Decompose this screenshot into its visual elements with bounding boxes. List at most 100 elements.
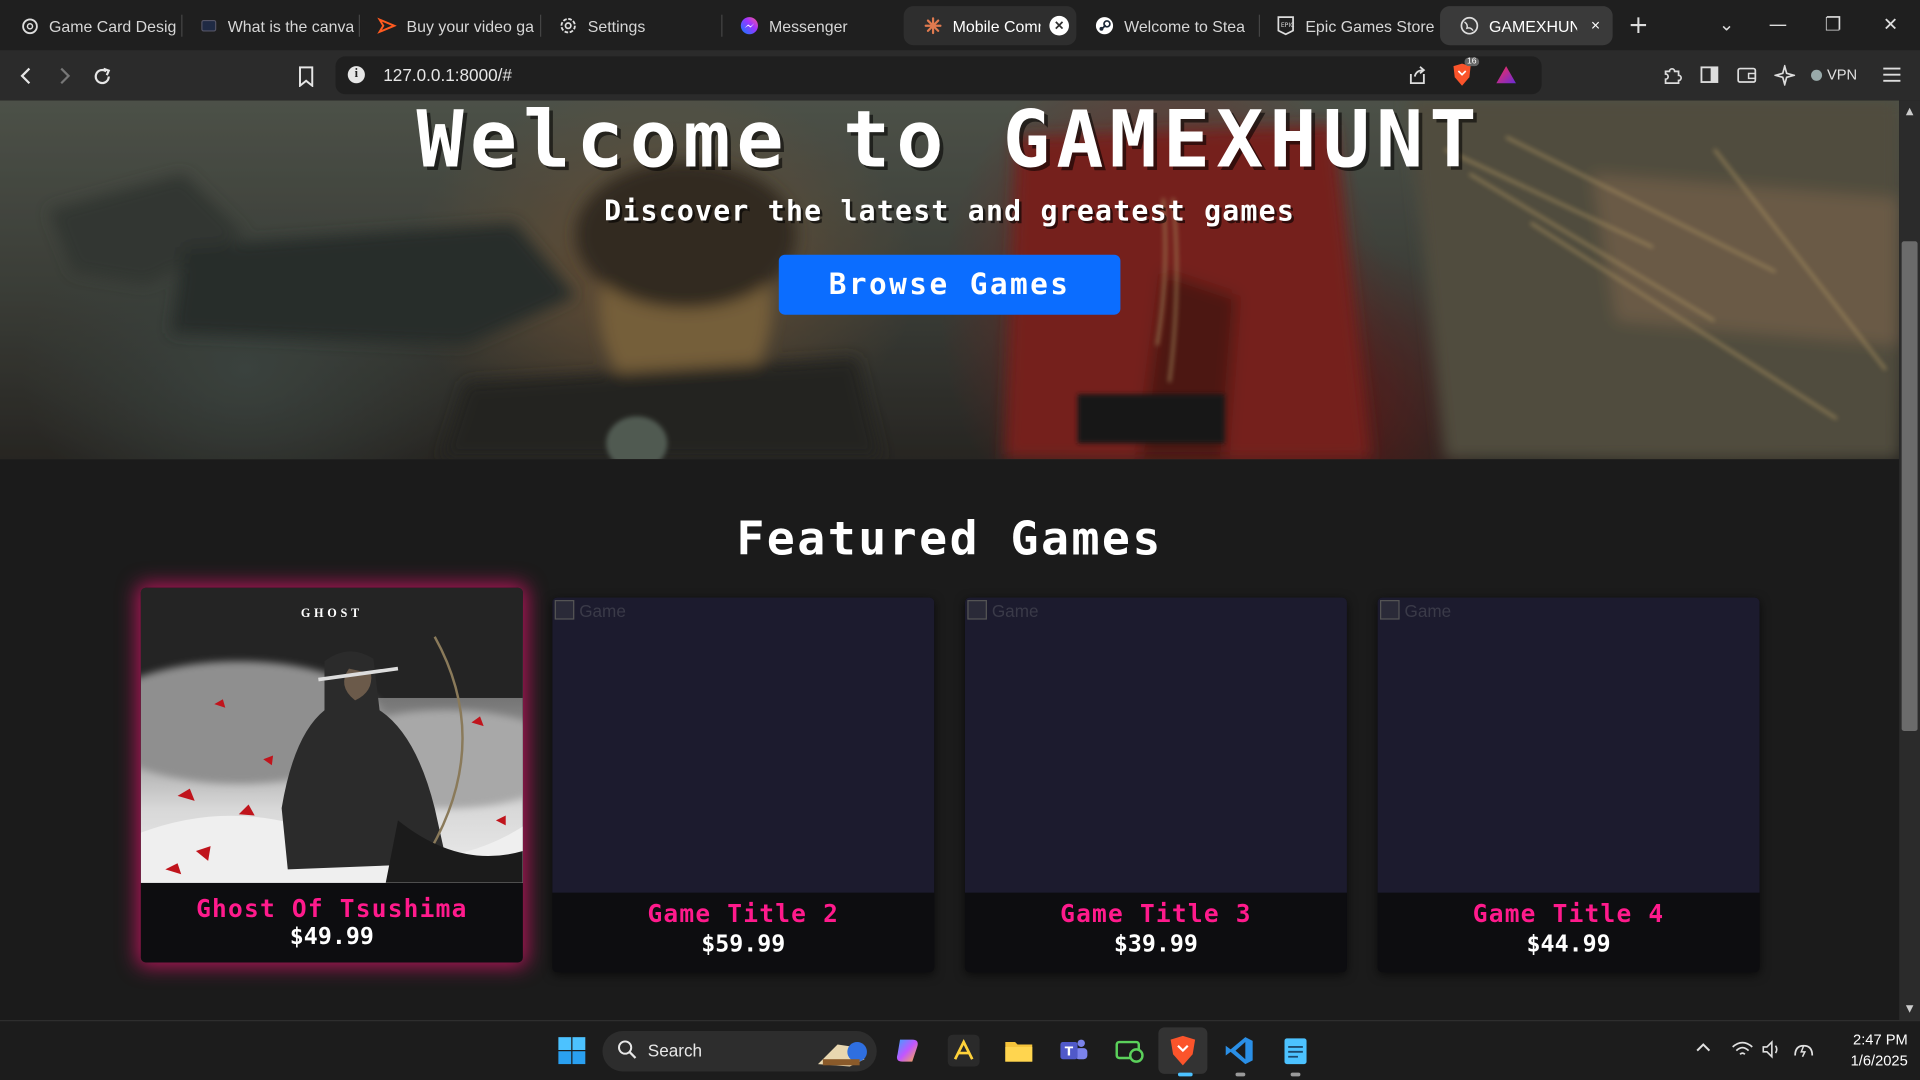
tab-buy-video-games[interactable]: Buy your video ga: [358, 6, 536, 45]
claude-icon: [923, 16, 943, 36]
scroll-up-icon[interactable]: ▲: [1899, 103, 1920, 120]
tab-title: Game Card Desig: [48, 16, 177, 35]
chatgpt-icon: [20, 16, 40, 36]
game-card-3[interactable]: Game Game Title 3 $39.99: [964, 597, 1347, 973]
brave-taskbar-icon[interactable]: [1158, 1027, 1208, 1074]
battery-icon[interactable]: [1791, 1040, 1815, 1064]
sidebar-icon[interactable]: [1695, 60, 1724, 89]
tab-game-card-design[interactable]: Game Card Desig: [0, 6, 178, 45]
search-highlight-icon: [817, 1042, 867, 1067]
address-url[interactable]: 127.0.0.1:8000/#: [383, 65, 512, 85]
scroll-down-icon[interactable]: ▼: [1899, 1000, 1920, 1017]
notepad-icon[interactable]: [1280, 1035, 1312, 1067]
file-explorer-icon[interactable]: [1003, 1035, 1035, 1067]
chat-icon: [198, 16, 218, 36]
game-card-4[interactable]: Game Game Title 4 $44.99: [1377, 597, 1760, 973]
broken-image-icon: Game: [1380, 600, 1452, 621]
scrollbar-thumb[interactable]: [1901, 241, 1918, 732]
vpn-status-icon: [1811, 69, 1823, 81]
game-card-ghost-of-tsushima[interactable]: GHOST Ghost Of Tsushima $49.99: [140, 587, 523, 963]
forward-button[interactable]: [48, 60, 80, 92]
reload-button[interactable]: [86, 60, 118, 92]
steam-icon: [1095, 16, 1115, 36]
volume-icon[interactable]: [1761, 1040, 1783, 1064]
app-indicator: [1290, 1072, 1301, 1077]
web-page: Welcome to GAMEXHUNT Discover the latest…: [0, 100, 1900, 1021]
restore-button[interactable]: ❐: [1816, 7, 1850, 41]
vpn-label: VPN: [1826, 66, 1858, 84]
game-cover-image: GHOST: [140, 587, 523, 883]
close-tab-icon[interactable]: ×: [1049, 15, 1069, 36]
ghost-logo: GHOST: [300, 607, 363, 621]
site-info-icon[interactable]: i: [347, 66, 365, 84]
tab-mobile-comm[interactable]: Mobile Comm ×: [903, 6, 1077, 46]
reload-icon: [94, 67, 110, 84]
tab-list-button[interactable]: ⌄: [1709, 7, 1743, 41]
leo-ai-icon[interactable]: [1769, 60, 1798, 89]
featured-games-heading: Featured Games: [736, 511, 1163, 566]
tab-title: Epic Games Store: [1305, 16, 1435, 35]
copilot-icon[interactable]: [893, 1035, 925, 1067]
tab-steam[interactable]: Welcome to Stea: [1075, 6, 1254, 45]
close-window-button[interactable]: ✕: [1873, 7, 1907, 41]
tab-title: Settings: [587, 16, 646, 35]
tab-title: What is the canva: [227, 16, 355, 35]
menu-icon[interactable]: [1877, 60, 1906, 89]
xbox-app-icon[interactable]: [1113, 1035, 1145, 1067]
windows-taskbar: Search T 2:47 PM 1/6/2025: [0, 1020, 1920, 1080]
extensions-icon[interactable]: [1657, 60, 1686, 89]
browser-toolbar: i 127.0.0.1:8000/# 16 VPN: [0, 50, 1920, 101]
vpn-button[interactable]: VPN: [1811, 61, 1857, 88]
messenger-icon: [740, 16, 760, 36]
bookmark-button[interactable]: [290, 60, 322, 92]
address-bar[interactable]: i 127.0.0.1:8000/# 16: [335, 56, 1542, 95]
search-placeholder: Search: [647, 1040, 703, 1061]
tab-title: Mobile Comm: [952, 16, 1041, 35]
game-title: Game Title 3: [1060, 898, 1252, 929]
broken-image-icon: Game: [967, 600, 1039, 621]
share-icon[interactable]: [1402, 60, 1431, 89]
minimize-button[interactable]: —: [1761, 7, 1795, 41]
start-button[interactable]: [557, 1036, 586, 1065]
page-scrollbar[interactable]: ▲ ▼: [1899, 100, 1920, 1021]
tab-title: Welcome to Stea: [1124, 16, 1246, 35]
back-button[interactable]: [11, 60, 43, 92]
store-icon: [377, 16, 397, 36]
taskbar-search[interactable]: Search: [602, 1031, 877, 1072]
browse-games-button[interactable]: Browse Games: [778, 254, 1121, 315]
tab-epic-games[interactable]: EPIC Epic Games Store: [1256, 6, 1435, 45]
brave-shields-icon[interactable]: 16: [1447, 57, 1479, 89]
svg-text:T: T: [1065, 1045, 1074, 1059]
tab-gamexhunt[interactable]: GAMEXHUNT ×: [1440, 6, 1613, 46]
vscode-icon[interactable]: [1223, 1035, 1255, 1067]
tab-canvas[interactable]: What is the canva: [179, 6, 355, 45]
tab-title: GAMEXHUNT: [1488, 16, 1577, 35]
game-price: $59.99: [701, 930, 786, 958]
clock-time: 2:47 PM: [1853, 1031, 1908, 1049]
teams-icon[interactable]: T: [1058, 1035, 1090, 1067]
hero-banner: Welcome to GAMEXHUNT Discover the latest…: [0, 100, 1900, 460]
wifi-icon[interactable]: [1731, 1041, 1753, 1063]
brave-rewards-icon[interactable]: [1491, 60, 1520, 89]
game-title: Game Title 2: [647, 898, 840, 929]
close-tab-icon[interactable]: ×: [1586, 16, 1606, 36]
game-card-2[interactable]: Game Game Title 2 $59.99: [552, 597, 935, 973]
new-tab-button[interactable]: +: [1621, 7, 1655, 41]
tab-settings[interactable]: Settings: [539, 6, 717, 45]
wallet-icon[interactable]: [1731, 60, 1760, 89]
game-cover-image: Game: [552, 597, 935, 893]
system-clock[interactable]: 2:47 PM 1/6/2025: [1822, 1030, 1908, 1072]
tab-strip: Game Card Desig What is the canva Buy yo…: [0, 0, 1920, 51]
epic-icon: EPIC: [1276, 16, 1296, 36]
active-app-indicator: [1177, 1072, 1193, 1077]
hero-title: Welcome to GAMEXHUNT: [416, 100, 1483, 187]
tab-title: Messenger: [768, 16, 848, 35]
search-icon: [617, 1040, 637, 1064]
tab-messenger[interactable]: Messenger: [720, 6, 898, 45]
app-icon-ampersand[interactable]: [947, 1034, 980, 1067]
svg-text:EPIC: EPIC: [1281, 22, 1294, 29]
show-hidden-icons-chevron-icon[interactable]: [1695, 1038, 1712, 1058]
game-cover-image: Game: [1377, 597, 1760, 893]
broken-image-icon: Game: [555, 600, 626, 621]
game-price: $39.99: [1113, 930, 1198, 958]
